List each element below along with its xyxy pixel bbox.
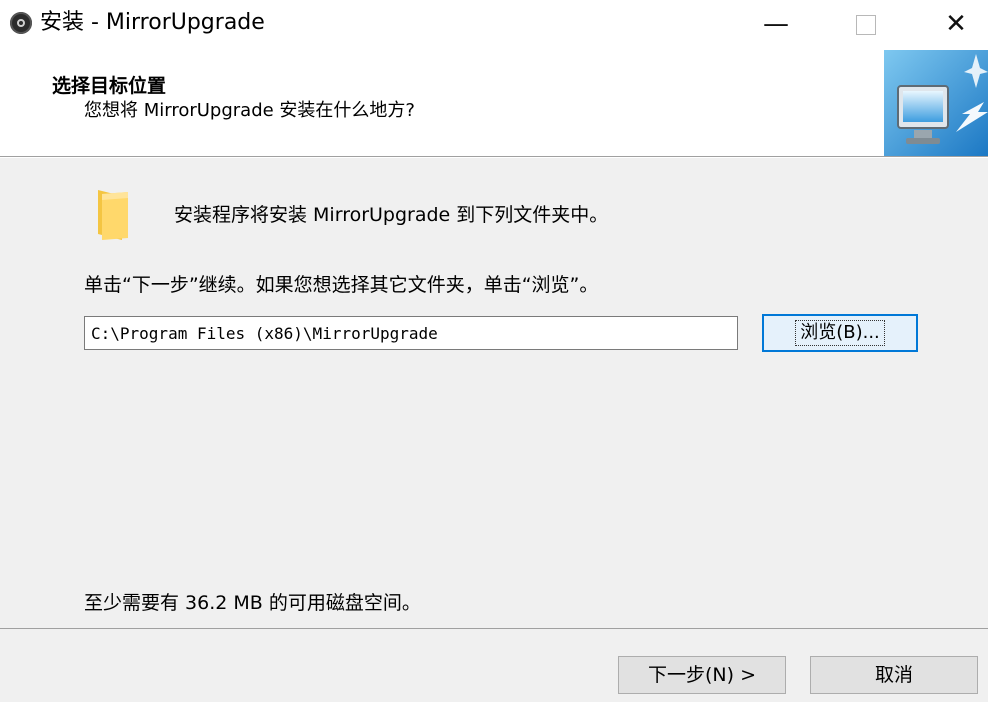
maximize-button — [836, 0, 896, 48]
app-icon — [10, 12, 32, 34]
disk-space-text: 至少需要有 36.2 MB 的可用磁盘空间。 — [84, 592, 421, 614]
close-icon: ✕ — [945, 9, 967, 39]
maximize-icon — [856, 14, 876, 35]
minimize-icon: — — [763, 9, 789, 39]
next-button[interactable]: 下一步(N) > — [618, 656, 786, 694]
instruction-text: 单击“下一步”继续。如果您想选择其它文件夹，单击“浏览”。 — [84, 274, 599, 296]
browse-button[interactable]: 浏览(B)... — [762, 314, 918, 352]
close-button[interactable]: ✕ — [926, 0, 986, 48]
browse-button-label: 浏览(B)... — [795, 320, 885, 346]
page-subheading: 您想将 MirrorUpgrade 安装在什么地方? — [84, 100, 415, 121]
window-title: 安装 - MirrorUpgrade — [40, 10, 265, 35]
cancel-button[interactable]: 取消 — [810, 656, 978, 694]
install-path-input[interactable] — [84, 316, 738, 350]
wizard-content — [0, 158, 988, 628]
folder-icon — [94, 188, 132, 242]
page-heading: 选择目标位置 — [52, 75, 167, 97]
title-bar: 安装 - MirrorUpgrade — ✕ — [0, 0, 988, 50]
computer-install-icon — [884, 50, 988, 156]
install-info-text: 安装程序将安装 MirrorUpgrade 到下列文件夹中。 — [174, 204, 609, 226]
minimize-button[interactable]: — — [746, 0, 806, 48]
